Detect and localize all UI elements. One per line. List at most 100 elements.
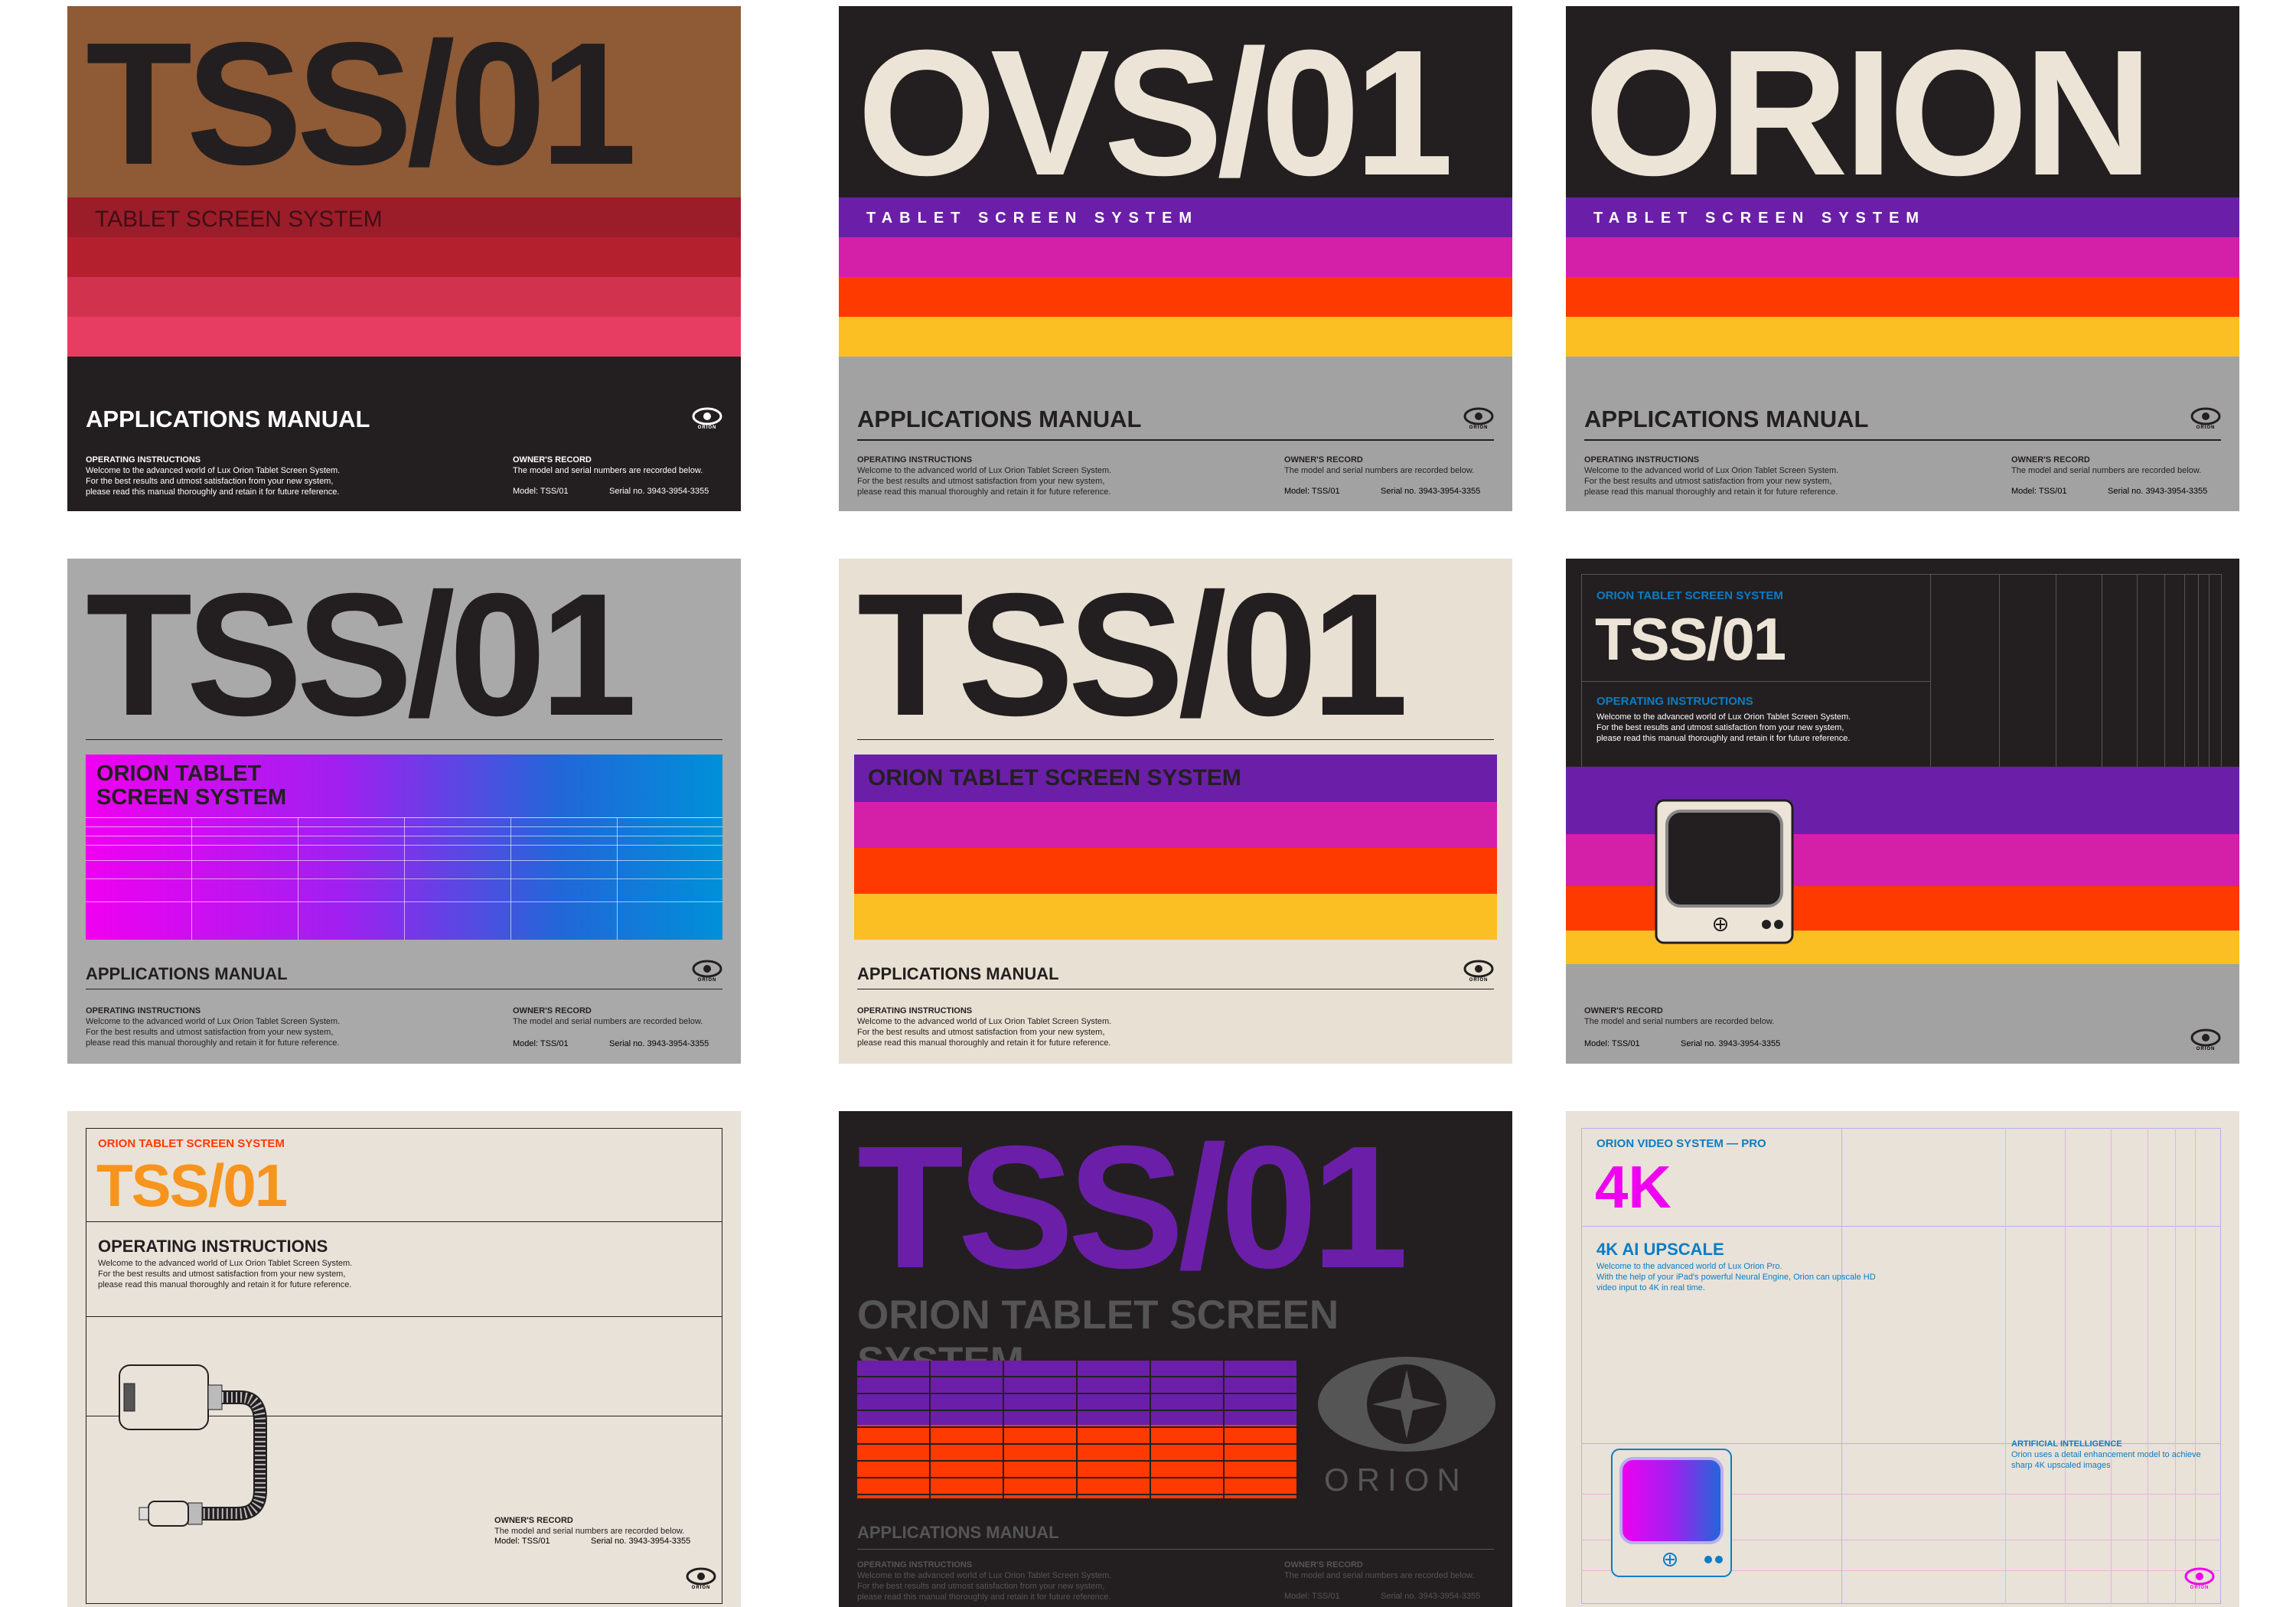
serial-number: Serial no. 3943-3954-3355 bbox=[1381, 487, 1481, 496]
stripe-yellow bbox=[839, 317, 1512, 357]
orion-eye-large-icon bbox=[1316, 1354, 1497, 1458]
poster-title: ORION bbox=[1584, 12, 2153, 213]
serial-number: Serial no. 3943-3954-3355 bbox=[609, 1039, 709, 1048]
eye-icon bbox=[2184, 1567, 2215, 1586]
owners-record-block: OWNER'S RECORD The model and serial numb… bbox=[1284, 1560, 1475, 1580]
poster-kicker: ORION TABLET SCREEN SYSTEM bbox=[98, 1137, 285, 1150]
eye-icon bbox=[1463, 960, 1494, 978]
poster-title: TSS/01 bbox=[857, 559, 1408, 752]
model-number: Model: TSS/01 bbox=[1584, 1039, 1640, 1048]
poster-title: TSS/01 bbox=[96, 1152, 288, 1219]
poster-subtitle: ORION TABLET SCREEN SYSTEM bbox=[868, 765, 1241, 790]
operating-instructions-text: Welcome to the advanced world of Lux Ori… bbox=[1596, 712, 1851, 743]
stripe-orange bbox=[854, 848, 1497, 894]
model-number: Model: TSS/01 bbox=[1284, 1592, 1340, 1601]
orion-logo: ORION bbox=[692, 407, 722, 435]
serial-number: Serial no. 3943-3954-3355 bbox=[2108, 487, 2208, 496]
operating-instructions-block: OPERATING INSTRUCTIONS Welcome to the ad… bbox=[1584, 455, 1839, 497]
poster-orion-dark: ORION TABLET SCREEN SYSTEM APPLICATIONS … bbox=[1566, 6, 2239, 511]
poster-title: TSS/01 bbox=[1595, 605, 1786, 673]
stripe-magenta bbox=[1566, 237, 2239, 277]
model-number: Model: TSS/01 bbox=[1284, 487, 1340, 496]
poster-title: TSS/01 bbox=[86, 559, 637, 752]
model-number: Model: TSS/01 bbox=[2011, 487, 2067, 496]
model-number: Model: TSS/01 bbox=[494, 1537, 550, 1546]
applications-manual-heading: APPLICATIONS MANUAL bbox=[857, 406, 1142, 432]
stripe-yellow bbox=[1566, 317, 2239, 357]
eye-icon bbox=[1463, 407, 1494, 425]
applications-manual-heading: APPLICATIONS MANUAL bbox=[86, 406, 370, 432]
stripe-3 bbox=[67, 277, 741, 317]
panel-title-line1: ORION TABLET bbox=[96, 761, 262, 786]
serial-number: Serial no. 3943-3954-3355 bbox=[1381, 1592, 1481, 1601]
poster-subtitle: TABLET SCREEN SYSTEM bbox=[95, 207, 383, 232]
poster-tss-cable: ORION TABLET SCREEN SYSTEM TSS/01 OPERAT… bbox=[67, 1111, 741, 1607]
operating-instructions-block: OPERATING INSTRUCTIONS Welcome to the ad… bbox=[86, 455, 341, 497]
poster-subtitle: TABLET SCREEN SYSTEM bbox=[866, 210, 1199, 227]
serial-number: Serial no. 3943-3954-3355 bbox=[591, 1537, 691, 1546]
poster-tss-brown: TSS/01 TABLET SCREEN SYSTEM APPLICATIONS… bbox=[67, 6, 741, 511]
poster-kicker: ORION VIDEO SYSTEM — PRO bbox=[1596, 1137, 1766, 1150]
orion-logo: ORION bbox=[692, 960, 722, 987]
orion-logo: ORION bbox=[2184, 1567, 2215, 1595]
stripe-orange bbox=[839, 277, 1512, 317]
monitor-gradient-icon bbox=[1610, 1448, 1733, 1582]
applications-manual-heading: APPLICATIONS MANUAL bbox=[857, 964, 1059, 983]
poster-subtitle: TABLET SCREEN SYSTEM bbox=[1593, 210, 1926, 227]
stripe-magenta bbox=[839, 237, 1512, 277]
feature-text: Welcome to the advanced world of Lux Ori… bbox=[1596, 1262, 1876, 1292]
owners-record-block: OWNER'S RECORD The model and serial numb… bbox=[1584, 1006, 1775, 1026]
serial-number: Serial no. 3943-3954-3355 bbox=[1681, 1039, 1781, 1048]
gradient-panel: ORION TABLET SCREEN SYSTEM bbox=[86, 755, 722, 940]
operating-instructions-text: Welcome to the advanced world of Lux Ori… bbox=[98, 1259, 353, 1289]
poster-4k-upscale: ORION VIDEO SYSTEM — PRO 4K 4K AI UPSCAL… bbox=[1566, 1111, 2239, 1607]
eye-icon bbox=[692, 407, 722, 425]
ai-block: ARTIFICIAL INTELLIGENCE Orion uses a det… bbox=[2011, 1439, 2201, 1470]
operating-instructions-heading: OPERATING INSTRUCTIONS bbox=[98, 1237, 328, 1256]
orion-logo: ORION bbox=[1463, 407, 1494, 435]
operating-instructions-block: OPERATING INSTRUCTIONS Welcome to the ad… bbox=[857, 1006, 1112, 1048]
eye-icon bbox=[686, 1567, 716, 1586]
poster-tss-cream-stripes: TSS/01 ORION TABLET SCREEN SYSTEM APPLIC… bbox=[839, 559, 1512, 1064]
model-number: Model: TSS/01 bbox=[513, 487, 569, 496]
operating-instructions-heading: OPERATING INSTRUCTIONS bbox=[1596, 695, 1753, 708]
orion-wordmark: ORION bbox=[1324, 1462, 1468, 1498]
panel-title-line2: SCREEN SYSTEM bbox=[96, 785, 287, 810]
operating-instructions-block: OPERATING INSTRUCTIONS Welcome to the ad… bbox=[86, 1006, 341, 1048]
poster-tss-dark-purple: TSS/01 ORION TABLET SCREEN SYSTEM ORION … bbox=[839, 1111, 1512, 1607]
owners-record-block: OWNER'S RECORD The model and serial numb… bbox=[513, 455, 703, 475]
monitor-icon bbox=[1655, 799, 1794, 948]
owners-record-block: OWNER'S RECORD The model and serial numb… bbox=[494, 1516, 685, 1536]
poster-title: TSS/01 bbox=[86, 7, 637, 201]
applications-manual-heading: APPLICATIONS MANUAL bbox=[1584, 406, 1869, 432]
poster-tss-grey-gradient: TSS/01 ORION TABLET SCREEN SYSTEM APPLIC… bbox=[67, 559, 741, 1064]
stripe-orange bbox=[1566, 277, 2239, 317]
eye-icon bbox=[692, 960, 722, 978]
stripe-yellow bbox=[854, 894, 1497, 940]
applications-manual-heading: APPLICATIONS MANUAL bbox=[86, 964, 288, 983]
stripe-4 bbox=[67, 317, 741, 357]
model-number: Model: TSS/01 bbox=[513, 1039, 569, 1048]
orion-logo: ORION bbox=[2190, 407, 2221, 435]
owners-record-block: OWNER'S RECORD The model and serial numb… bbox=[513, 1006, 703, 1026]
applications-manual-heading: APPLICATIONS MANUAL bbox=[857, 1523, 1059, 1542]
poster-tss-monitor: ORION TABLET SCREEN SYSTEM TSS/01 OPERAT… bbox=[1566, 559, 2239, 1064]
eye-icon bbox=[2190, 1028, 2221, 1047]
poster-ovs-dark: OVS/01 TABLET SCREEN SYSTEM APPLICATIONS… bbox=[839, 6, 1512, 511]
stripe-magenta bbox=[854, 802, 1497, 848]
owners-record-block: OWNER'S RECORD The model and serial numb… bbox=[1284, 455, 1475, 475]
adapter-cable-illustration bbox=[118, 1361, 317, 1548]
poster-title: OVS/01 bbox=[857, 12, 1453, 213]
poster-kicker: ORION TABLET SCREEN SYSTEM bbox=[1596, 589, 1783, 602]
feature-heading: 4K AI UPSCALE bbox=[1596, 1240, 1724, 1259]
orion-logo: ORION bbox=[1463, 960, 1494, 987]
poster-title: 4K bbox=[1595, 1153, 1671, 1221]
poster-title: TSS/01 bbox=[857, 1111, 1408, 1305]
operating-instructions-block: OPERATING INSTRUCTIONS Welcome to the ad… bbox=[857, 1560, 1112, 1602]
serial-number: Serial no. 3943-3954-3355 bbox=[609, 487, 709, 496]
operating-instructions-block: OPERATING INSTRUCTIONS Welcome to the ad… bbox=[857, 455, 1112, 497]
stripe-2 bbox=[67, 237, 741, 277]
orion-logo: ORION bbox=[686, 1567, 716, 1595]
orion-logo: ORION bbox=[2190, 1028, 2221, 1056]
eye-icon bbox=[2190, 407, 2221, 425]
